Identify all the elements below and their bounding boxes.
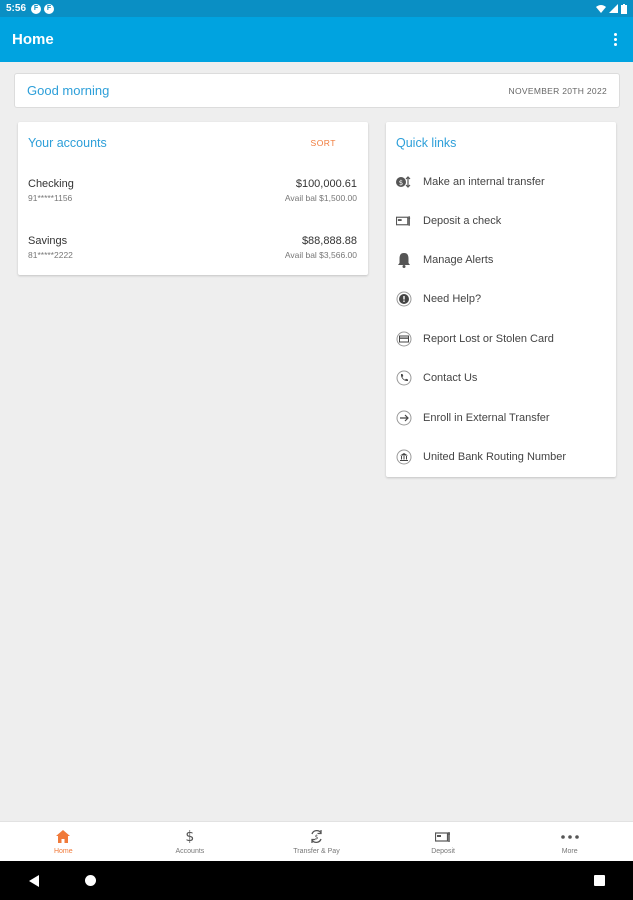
bottom-navigation: Home $ Accounts $ Transfer & Pay Deposit…: [0, 821, 633, 861]
quick-link-deposit-check[interactable]: Deposit a check: [396, 211, 610, 231]
check-icon: [396, 213, 412, 229]
quick-link-label: Make an internal transfer: [423, 176, 545, 188]
sort-button[interactable]: SORT: [311, 138, 336, 148]
account-row-savings[interactable]: Savings $88,888.88 81*****2222 Avail bal…: [28, 235, 357, 260]
quick-links-card: Quick links $ Make an internal transfer …: [386, 122, 616, 477]
svg-text:$: $: [399, 179, 403, 187]
quick-link-label: Contact Us: [423, 372, 478, 384]
account-available-balance: Avail bal $3,566.00: [284, 250, 357, 260]
help-icon: [396, 291, 412, 307]
recent-apps-icon[interactable]: [594, 875, 605, 886]
signal-icon: [609, 4, 618, 13]
greeting-date: NOVEMBER 20TH 2022: [508, 85, 607, 96]
phone-icon: [396, 370, 412, 386]
greeting-text: Good morning: [27, 83, 110, 98]
nav-label: Transfer & Pay: [293, 847, 340, 855]
status-bar: 5:56 F F: [0, 0, 633, 17]
quick-link-need-help[interactable]: Need Help?: [396, 289, 610, 309]
quick-link-manage-alerts[interactable]: Manage Alerts: [396, 250, 610, 270]
deposit-icon: [434, 829, 452, 845]
account-balance: $100,000.61: [295, 178, 357, 190]
overflow-menu-icon[interactable]: [609, 30, 621, 50]
account-balance: $88,888.88: [301, 235, 357, 247]
nav-label: Accounts: [175, 847, 205, 855]
back-icon[interactable]: [29, 875, 39, 887]
svg-text:$: $: [315, 834, 319, 841]
nav-label: Deposit: [431, 847, 455, 855]
quick-link-label: Report Lost or Stolen Card: [423, 333, 554, 345]
account-number: 91*****1156: [28, 193, 73, 203]
arrow-right-icon: [396, 410, 412, 426]
quick-link-label: Enroll in External Transfer: [423, 412, 550, 424]
battery-icon: [621, 3, 627, 14]
accounts-card: Your accounts SORT Checking $100,000.61 …: [18, 122, 368, 275]
quick-link-report-lost-card[interactable]: Report Lost or Stolen Card: [396, 329, 610, 349]
quick-links-title: Quick links: [396, 136, 457, 150]
app-notification-icon: F: [44, 3, 55, 14]
more-icon: [560, 829, 579, 845]
nav-transfer-pay[interactable]: $ Transfer & Pay: [253, 822, 380, 861]
account-name: Checking: [28, 178, 74, 190]
quick-link-enroll-external-transfer[interactable]: Enroll in External Transfer: [396, 408, 610, 428]
account-row-checking[interactable]: Checking $100,000.61 91*****1156 Avail b…: [28, 178, 357, 203]
quick-link-label: Need Help?: [423, 293, 482, 305]
nav-label: More: [561, 847, 578, 855]
quick-link-label: United Bank Routing Number: [423, 451, 567, 463]
greeting-banner: Good morning NOVEMBER 20TH 2022: [14, 73, 620, 108]
accounts-title: Your accounts: [28, 136, 107, 150]
page-title: Home: [12, 31, 54, 48]
quick-link-internal-transfer[interactable]: $ Make an internal transfer: [396, 172, 610, 192]
nav-more[interactable]: More: [506, 822, 633, 861]
bank-icon: [396, 449, 412, 465]
dollar-icon: $: [185, 828, 195, 845]
nav-accounts[interactable]: $ Accounts: [127, 822, 254, 861]
system-navigation-bar: [0, 861, 633, 900]
quick-link-label: Deposit a check: [423, 215, 502, 227]
nav-label: Home: [53, 847, 73, 855]
nav-home[interactable]: Home: [0, 822, 127, 861]
app-bar: Home: [0, 17, 633, 62]
app-notification-icon: F: [31, 3, 42, 14]
account-number: 81*****2222: [28, 250, 73, 260]
quick-link-contact-us[interactable]: Contact Us: [396, 368, 610, 388]
transfer-icon: $: [396, 174, 412, 190]
quick-link-routing-number[interactable]: United Bank Routing Number: [396, 447, 610, 467]
home-button-icon[interactable]: [85, 875, 96, 886]
transfer-pay-icon: $: [309, 829, 324, 845]
account-available-balance: Avail bal $1,500.00: [284, 193, 357, 203]
account-name: Savings: [28, 235, 68, 247]
nav-deposit[interactable]: Deposit: [380, 822, 507, 861]
bell-icon: [396, 252, 412, 268]
wifi-icon: [596, 5, 606, 13]
status-time: 5:56: [6, 3, 27, 14]
card-icon: [396, 331, 412, 347]
home-icon: [56, 829, 71, 845]
quick-link-label: Manage Alerts: [423, 254, 494, 266]
